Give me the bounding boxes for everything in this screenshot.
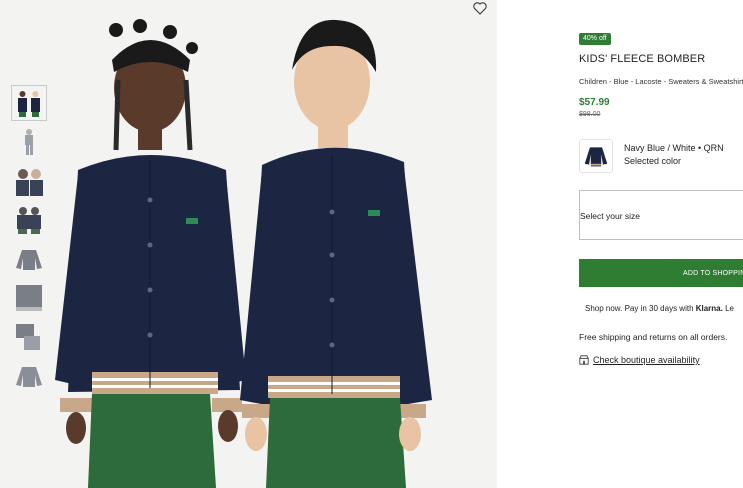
klarna-brand: Klarna.: [695, 304, 723, 313]
girl-figure: [55, 19, 246, 488]
color-name: Navy Blue / White • QRN: [624, 143, 724, 153]
current-price: $57.99: [579, 97, 610, 108]
jacket-swatch-icon: [584, 147, 608, 167]
product-title: KIDS' FLEECE BOMBER: [579, 53, 706, 65]
product-breadcrumb: Children - Blue - Lacoste - Sweaters & S…: [579, 77, 743, 86]
thumbnail-two-kids-front[interactable]: [11, 85, 47, 121]
original-price: $98.00: [579, 111, 601, 118]
klarna-text: Shop now. Pay in 30 days with: [585, 304, 696, 313]
check-boutique-link[interactable]: Check boutique availability: [593, 355, 700, 365]
thumbnail-kid-full-body[interactable]: [12, 125, 46, 159]
size-select-placeholder: Select your size: [580, 211, 640, 221]
klarna-suffix: Le: [722, 304, 734, 313]
selected-color-label: Selected color: [624, 156, 682, 166]
thumbnail-jacket-flat-back[interactable]: [12, 359, 46, 393]
thumbnail-jacket-flat-folded[interactable]: [12, 281, 46, 315]
wishlist-heart-icon[interactable]: [472, 0, 488, 16]
color-swatch-navy[interactable]: [579, 139, 613, 173]
add-to-bag-button[interactable]: ADD TO SHOPPING BAG: [579, 259, 743, 287]
thumbnail-kids-back[interactable]: [12, 203, 46, 237]
product-details-panel: 40% off KIDS' FLEECE BOMBER Children - B…: [579, 0, 743, 488]
size-select[interactable]: Select your size: [579, 190, 743, 240]
shipping-info: Free shipping and returns on all orders.: [579, 332, 728, 342]
boutique-availability: Check boutique availability: [579, 355, 700, 365]
thumbnail-list: [11, 85, 47, 398]
thumbnail-kids-closeup[interactable]: [12, 164, 46, 198]
discount-badge: 40% off: [579, 33, 611, 45]
thumbnail-jacket-flat-front[interactable]: [12, 242, 46, 276]
main-product-image: [55, 19, 432, 488]
thumbnail-outfit-flat[interactable]: [12, 320, 46, 354]
klarna-message: Shop now. Pay in 30 days with Klarna. Le: [585, 304, 734, 313]
product-gallery: [0, 0, 497, 488]
boy-figure: [240, 19, 432, 488]
store-icon: [579, 355, 589, 365]
